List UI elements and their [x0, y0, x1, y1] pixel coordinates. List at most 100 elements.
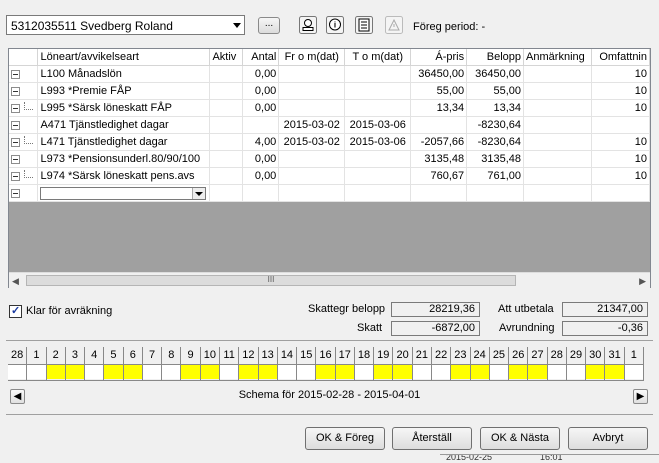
row-belopp[interactable]: -8230,64: [466, 116, 525, 134]
empty-cell[interactable]: [278, 184, 346, 202]
row-name[interactable]: L995 *Särsk löneskatt FÅP: [37, 99, 211, 117]
col-antal[interactable]: Antal: [242, 49, 280, 66]
collapse-icon[interactable]: [11, 137, 20, 147]
table-row[interactable]: L993 *Premie FÅP 0,00 55,00 55,00 10: [9, 82, 650, 100]
row-anmarkning[interactable]: [523, 65, 592, 83]
col-aktiv[interactable]: Aktiv: [209, 49, 244, 66]
loneart-combo[interactable]: [40, 186, 207, 200]
row-from[interactable]: [278, 150, 346, 168]
table-row[interactable]: L995 *Särsk löneskatt FÅP 0,00 13,34 13,34 1…: [9, 99, 650, 117]
next-period-button[interactable]: ▶: [633, 389, 648, 404]
empty-cell[interactable]: [591, 184, 650, 202]
aterstall-button[interactable]: Återställ: [392, 427, 472, 450]
info-icon[interactable]: i: [326, 16, 344, 34]
row-antal[interactable]: 4,00: [242, 133, 280, 151]
col-from[interactable]: Fr o m(dat): [278, 49, 346, 66]
row-tom[interactable]: [344, 167, 412, 185]
row-belopp[interactable]: 13,34: [466, 99, 525, 117]
row-antal[interactable]: 0,00: [242, 99, 280, 117]
employee-select[interactable]: 5312035511 Svedberg Roland: [6, 15, 245, 35]
row-name[interactable]: L471 Tjänstledighet dagar: [37, 133, 211, 151]
row-antal[interactable]: 0,00: [242, 150, 280, 168]
empty-cell[interactable]: [242, 184, 280, 202]
row-tree[interactable]: [9, 184, 39, 202]
new-loneart-cell[interactable]: [37, 184, 211, 202]
row-tom[interactable]: [344, 82, 412, 100]
col-apris[interactable]: Á-pris: [410, 49, 468, 66]
row-aktiv[interactable]: [209, 150, 244, 168]
row-belopp[interactable]: 761,00: [466, 167, 525, 185]
row-tom[interactable]: 2015-03-06: [344, 116, 412, 134]
col-loneart[interactable]: Löneart/avvikelseart: [37, 49, 211, 66]
row-tree[interactable]: [9, 82, 39, 100]
row-from[interactable]: 2015-03-02: [278, 116, 346, 134]
row-antal[interactable]: 0,00: [242, 167, 280, 185]
row-omfattning[interactable]: 10: [591, 65, 650, 83]
row-antal[interactable]: 0,00: [242, 82, 280, 100]
row-from[interactable]: [278, 99, 346, 117]
row-apris[interactable]: 36450,00: [410, 65, 468, 83]
row-tom[interactable]: [344, 65, 412, 83]
row-tree[interactable]: [9, 116, 39, 134]
chevron-down-icon[interactable]: [233, 23, 241, 28]
row-anmarkning[interactable]: [523, 150, 592, 168]
row-from[interactable]: 2015-03-02: [278, 133, 346, 151]
new-entry-row[interactable]: [9, 184, 650, 202]
row-tom[interactable]: 2015-03-06: [344, 133, 412, 151]
row-omfattning[interactable]: 10: [591, 133, 650, 151]
row-apris[interactable]: 55,00: [410, 82, 468, 100]
table-row[interactable]: L100 Månadslön 0,00 36450,00 36450,00 10: [9, 65, 650, 83]
row-name[interactable]: A471 Tjänstledighet dagar: [37, 116, 211, 134]
ready-checkbox[interactable]: [9, 304, 22, 318]
person-stamp-icon[interactable]: [299, 16, 317, 34]
row-anmarkning[interactable]: [523, 116, 592, 134]
row-belopp[interactable]: 3135,48: [466, 150, 525, 168]
collapse-icon[interactable]: [11, 171, 20, 181]
row-omfattning[interactable]: 10: [591, 99, 650, 117]
row-name[interactable]: L973 *Pensionsunderl.80/90/100: [37, 150, 211, 168]
row-tree[interactable]: [9, 167, 39, 185]
row-anmarkning[interactable]: [523, 167, 592, 185]
row-aktiv[interactable]: [209, 133, 244, 151]
col-tom[interactable]: T o m(dat): [344, 49, 412, 66]
table-row[interactable]: L973 *Pensionsunderl.80/90/100 0,00 3135,4…: [9, 150, 650, 168]
row-apris[interactable]: [410, 116, 468, 134]
row-apris[interactable]: 760,67: [410, 167, 468, 185]
row-antal[interactable]: 0,00: [242, 65, 280, 83]
row-from[interactable]: [278, 82, 346, 100]
row-apris[interactable]: -2057,66: [410, 133, 468, 151]
collapse-icon[interactable]: [11, 120, 20, 130]
row-antal[interactable]: [242, 116, 280, 134]
row-aktiv[interactable]: [209, 116, 244, 134]
row-name[interactable]: L100 Månadslön: [37, 65, 211, 83]
row-name[interactable]: L993 *Premie FÅP: [37, 82, 211, 100]
row-omfattning[interactable]: 10: [591, 150, 650, 168]
row-anmarkning[interactable]: [523, 99, 592, 117]
col-omfattning[interactable]: Omfattnin: [591, 49, 650, 66]
empty-cell[interactable]: [209, 184, 244, 202]
row-aktiv[interactable]: [209, 99, 244, 117]
col-anmarkning[interactable]: Anmärkning: [523, 49, 592, 66]
ok-foreg-button[interactable]: OK & Föreg: [305, 427, 385, 450]
scroll-left-icon[interactable]: ◀: [12, 276, 19, 287]
row-omfattning[interactable]: 10: [591, 82, 650, 100]
row-anmarkning[interactable]: [523, 82, 592, 100]
horizontal-scrollbar[interactable]: ◀ III ▶: [9, 272, 650, 288]
row-tree[interactable]: [9, 133, 39, 151]
collapse-icon[interactable]: [11, 154, 20, 164]
row-apris[interactable]: 3135,48: [410, 150, 468, 168]
avbryt-button[interactable]: Avbryt: [568, 427, 648, 450]
row-from[interactable]: [278, 167, 346, 185]
table-row[interactable]: L974 *Särsk löneskatt pens.avs 0,00 760,67…: [9, 167, 650, 185]
row-tree[interactable]: [9, 65, 39, 83]
collapse-icon[interactable]: [11, 188, 20, 198]
row-tom[interactable]: [344, 150, 412, 168]
collapse-icon[interactable]: [11, 86, 20, 96]
row-tree[interactable]: [9, 150, 39, 168]
browse-button[interactable]: ...: [258, 17, 280, 34]
collapse-icon[interactable]: [11, 103, 20, 113]
row-aktiv[interactable]: [209, 82, 244, 100]
table-row[interactable]: L471 Tjänstledighet dagar 4,00 2015-03-02 2…: [9, 133, 650, 151]
ok-nasta-button[interactable]: OK & Nästa: [480, 427, 560, 450]
empty-cell[interactable]: [466, 184, 525, 202]
